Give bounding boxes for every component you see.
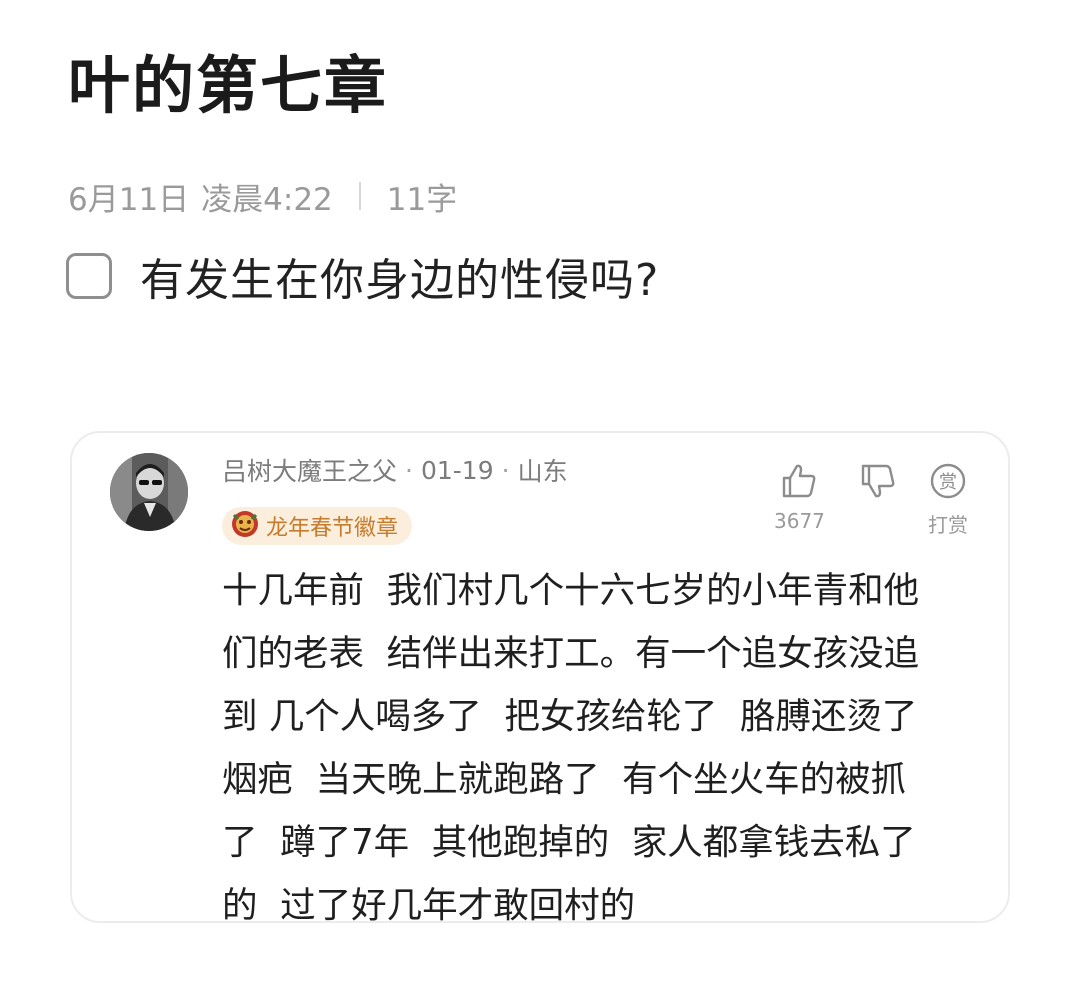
- comment-card: 吕树大魔王之父 · 01-19 · 山东 龙年春节徽章 3677 赏 打赏 十几…: [70, 431, 1010, 926]
- note-date: 6月11日: [68, 181, 190, 218]
- avatar[interactable]: [110, 453, 188, 531]
- separator-dot: ·: [405, 455, 413, 485]
- dragon-badge-icon: [230, 509, 260, 543]
- like-count: 3677: [774, 509, 825, 533]
- reward-icon-glyph: 赏: [939, 472, 957, 493]
- comment-line: 的 过了好几年才敢回村的: [222, 885, 636, 926]
- comment-body: 十几年前 我们村几个十六七岁的小年青和他 们的老表 结伴出来打工。有一个追女孩没…: [222, 559, 992, 937]
- comment-line: 到 几个人喝多了 把女孩给轮了 胳膊还烫了: [222, 696, 918, 737]
- note-time: 凌晨4:22: [201, 181, 333, 218]
- comment-author-name[interactable]: 吕树大魔王之父: [222, 452, 397, 488]
- like-button[interactable]: 3677: [774, 461, 825, 533]
- comment-line: 们的老表 结伴出来打工。有一个追女孩没追: [222, 633, 920, 674]
- todo-checkbox[interactable]: [66, 253, 112, 299]
- comment-date: 01-19: [420, 455, 494, 485]
- badge-label: 龙年春节徽章: [266, 516, 399, 541]
- note-word-count: 11字: [386, 181, 458, 218]
- note-title: 叶的第七章: [68, 49, 389, 122]
- separator-dot: ·: [501, 455, 510, 485]
- thumbs-down-icon: [858, 461, 898, 505]
- comment-author-line: 吕树大魔王之父 · 01-19 · 山东: [222, 453, 568, 487]
- comment-line: 十几年前 我们村几个十六七岁的小年青和他: [222, 570, 920, 611]
- festival-badge[interactable]: 龙年春节徽章: [222, 507, 413, 545]
- reward-coin-icon: 赏: [928, 461, 968, 505]
- reward-button[interactable]: 赏 打赏: [928, 461, 968, 538]
- todo-text[interactable]: 有发生在你身边的性侵吗?: [140, 244, 659, 308]
- reward-label: 打赏: [928, 513, 968, 537]
- todo-item: 有发生在你身边的性侵吗?: [66, 244, 659, 308]
- comment-line: 了 蹲了7年 其他跑掉的 家人都拿钱去私了: [222, 822, 916, 863]
- dislike-button[interactable]: [858, 461, 898, 505]
- meta-divider: [358, 182, 361, 210]
- thumbs-up-icon: [779, 461, 819, 505]
- comment-line: 烟疤 当天晚上就跑路了 有个坐火车的被抓: [222, 759, 907, 800]
- comment-location: 山东: [517, 457, 568, 486]
- note-page: 叶的第七章 6月11日 凌晨4:22 11字 有发生在你身边的性侵吗? 吕树大魔…: [0, 0, 1080, 1006]
- note-meta: 6月11日 凌晨4:22 11字: [68, 174, 457, 218]
